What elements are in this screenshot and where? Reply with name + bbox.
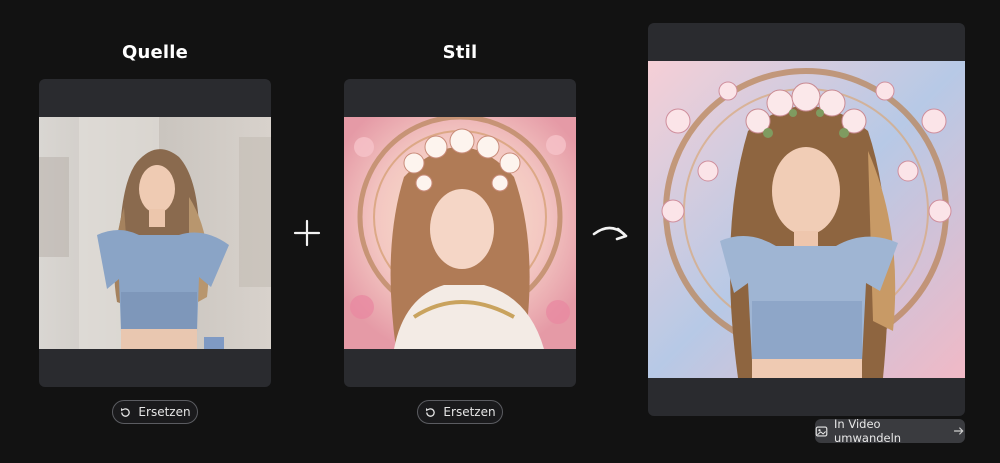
source-card[interactable] — [39, 79, 271, 387]
curved-arrow-icon — [590, 220, 632, 246]
style-card[interactable] — [344, 79, 576, 387]
plus-icon — [292, 218, 322, 248]
style-image — [344, 117, 576, 349]
rotate-icon — [119, 406, 132, 419]
style-replace-button[interactable]: Ersetzen — [417, 400, 503, 424]
result-card[interactable] — [648, 23, 965, 416]
arrow-right-icon — [953, 425, 965, 437]
source-replace-button[interactable]: Ersetzen — [112, 400, 198, 424]
rotate-icon — [424, 406, 437, 419]
style-replace-label: Ersetzen — [443, 405, 496, 419]
source-title: Quelle — [121, 42, 189, 63]
image-to-video-icon — [815, 425, 828, 438]
source-replace-label: Ersetzen — [138, 405, 191, 419]
convert-to-video-label: In Video umwandeln — [834, 417, 902, 445]
source-image — [39, 117, 271, 349]
style-title: Stil — [442, 42, 478, 63]
result-image — [648, 61, 965, 378]
convert-to-video-button[interactable]: In Video umwandeln — [815, 417, 965, 445]
